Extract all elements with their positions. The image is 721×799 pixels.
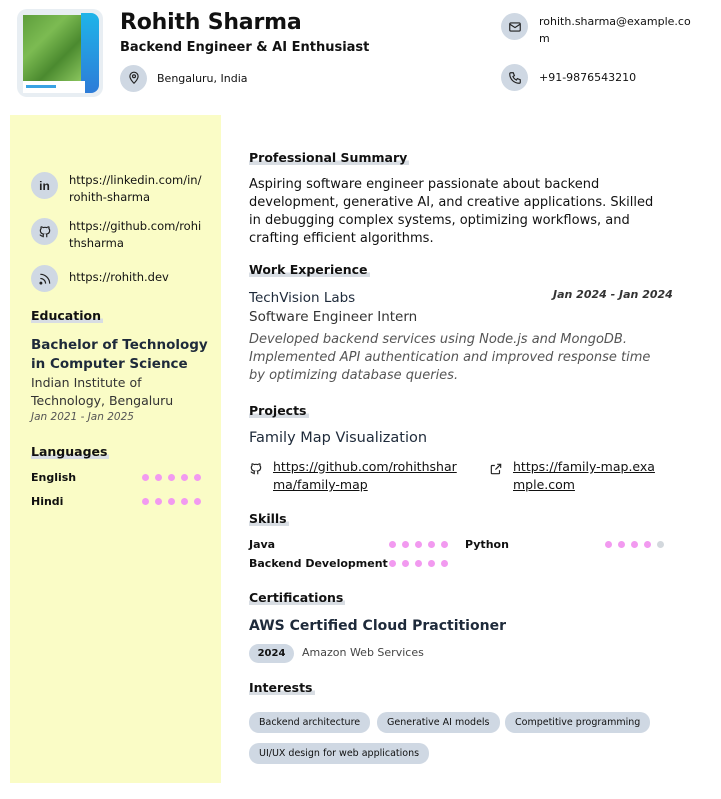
location-text: Bengaluru, India [157, 71, 248, 85]
github-icon [249, 458, 263, 480]
language-name: English [31, 471, 77, 484]
language-row: Hindi [31, 495, 201, 508]
linkedin-icon: in [31, 172, 58, 199]
experience-heading: Work Experience [249, 262, 370, 277]
skill-name: Python [465, 538, 509, 551]
rating-dot-filled [441, 560, 448, 567]
project-repo-url[interactable]: https://github.com/rohithsharma/family-m… [273, 458, 468, 494]
language-level [142, 498, 201, 505]
skill-name: Backend Development [249, 557, 388, 570]
education-degree: Bachelor of Technology in Computer Scien… [31, 337, 208, 372]
rating-dot-filled [142, 498, 149, 505]
certification-year-badge: 2024 [249, 644, 294, 663]
rating-dot-filled [402, 541, 409, 548]
rating-dot-filled [181, 474, 188, 481]
location-pin-icon [120, 64, 147, 92]
github-link[interactable]: https://github.com/rohithsharma [31, 218, 205, 252]
sidebar: in https://linkedin.com/in/rohith-sharma… [10, 115, 221, 783]
education-dates: Jan 2021 - Jan 2025 [31, 411, 134, 423]
interest-tag: UI/UX design for web applications [249, 743, 430, 764]
email-contact[interactable]: rohith.sharma@example.com [501, 13, 699, 47]
skill-row: Java [249, 538, 448, 551]
phone-icon [501, 64, 528, 91]
rating-dot-filled [168, 498, 175, 505]
job-title: Software Engineer Intern [249, 309, 418, 325]
rating-dot-filled [644, 541, 651, 548]
rating-dot-filled [605, 541, 612, 548]
candidate-role: Backend Engineer & AI Enthusiast [120, 40, 370, 55]
github-url[interactable]: https://github.com/rohithsharma [69, 218, 205, 252]
interest-tag: Competitive programming [505, 712, 651, 733]
website-url[interactable]: https://rohith.dev [69, 265, 205, 286]
languages-heading: Languages [31, 444, 110, 459]
linkedin-link[interactable]: in https://linkedin.com/in/rohith-sharma [31, 172, 205, 206]
rss-icon [31, 265, 58, 292]
company-name: TechVision Labs [249, 290, 356, 306]
rating-dot-filled [194, 474, 201, 481]
skill-row: Python [465, 538, 664, 551]
language-name: Hindi [31, 495, 64, 508]
rating-dot-filled [194, 498, 201, 505]
rating-dot-filled [631, 541, 638, 548]
skill-level [389, 560, 448, 567]
candidate-name: Rohith Sharma [120, 10, 302, 35]
external-link-icon [489, 458, 503, 480]
rating-dot-filled [389, 541, 396, 548]
phone-text[interactable]: +91-9876543210 [539, 71, 636, 84]
rating-dot-filled [415, 560, 422, 567]
skills-heading: Skills [249, 511, 289, 526]
rating-dot-filled [428, 541, 435, 548]
skill-level [389, 541, 448, 548]
language-level [142, 474, 201, 481]
email-text[interactable]: rohith.sharma@example.com [539, 13, 699, 47]
website-link[interactable]: https://rohith.dev [31, 265, 205, 292]
linkedin-url[interactable]: https://linkedin.com/in/rohith-sharma [69, 172, 205, 206]
certification-name: AWS Certified Cloud Practitioner [249, 618, 506, 634]
mail-icon [501, 13, 528, 40]
summary-heading: Professional Summary [249, 150, 410, 165]
rating-dot-filled [181, 498, 188, 505]
skill-name: Java [249, 538, 276, 551]
rating-dot-filled [142, 474, 149, 481]
language-row: English [31, 471, 201, 484]
project-site-url[interactable]: https://family-map.example.com [513, 458, 663, 494]
rating-dot-filled [402, 560, 409, 567]
project-repo-link[interactable]: https://github.com/rohithsharma/family-m… [249, 458, 474, 494]
interest-tag: Backend architecture [249, 712, 371, 733]
rating-dot-empty [657, 541, 664, 548]
job-dates: Jan 2024 - Jan 2024 [553, 288, 673, 301]
rating-dot-filled [155, 498, 162, 505]
summary-text: Aspiring software engineer passionate ab… [249, 177, 654, 246]
projects-heading: Projects [249, 403, 309, 418]
rating-dot-filled [155, 474, 162, 481]
education-heading: Education [31, 308, 103, 323]
rating-dot-filled [441, 541, 448, 548]
phone-contact[interactable]: +91-9876543210 [501, 64, 636, 91]
skill-level [605, 541, 664, 548]
rating-dot-filled [168, 474, 175, 481]
profile-photo [17, 9, 103, 97]
interest-tag: Generative AI models [377, 712, 500, 733]
certifications-heading: Certifications [249, 590, 346, 605]
skill-row: Backend Development [249, 557, 448, 570]
rating-dot-filled [415, 541, 422, 548]
location: Bengaluru, India [120, 64, 248, 92]
education-institution: Indian Institute of Technology, Bengalur… [31, 375, 174, 408]
project-site-link[interactable]: https://family-map.example.com [489, 458, 669, 494]
resume-header: Rohith Sharma Backend Engineer & AI Enth… [0, 0, 721, 112]
job-description: Developed backend services using Node.js… [249, 332, 651, 383]
certification-issuer: Amazon Web Services [302, 646, 424, 659]
interests-heading: Interests [249, 680, 315, 695]
rating-dot-filled [389, 560, 396, 567]
github-icon [31, 218, 58, 245]
rating-dot-filled [428, 560, 435, 567]
rating-dot-filled [618, 541, 625, 548]
project-name: Family Map Visualization [249, 430, 428, 446]
